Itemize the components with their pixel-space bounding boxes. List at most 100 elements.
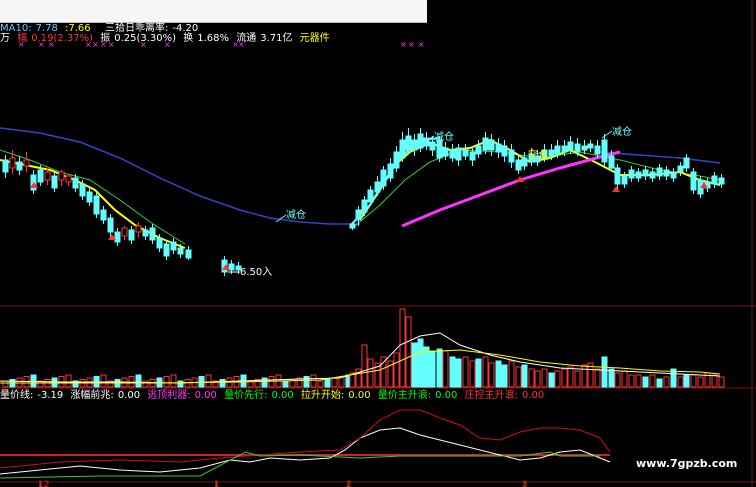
volume-bar [501,364,508,388]
volume-bar [541,368,548,388]
escape-value: 0.00 [194,390,217,401]
candle-body [417,133,424,149]
volume-bar [608,368,615,388]
volume-bar [649,374,656,388]
time-tick-2: 1 [214,480,220,487]
candle-body [9,157,16,169]
candle-body [449,149,456,159]
volume-bar [303,376,310,388]
candle-body [185,249,192,259]
candle-body [387,163,394,179]
volume-bar [482,356,489,388]
reduce-annotation-2: 减仓 [434,130,454,143]
candle-body [508,149,515,163]
pull-value: 0.00 [348,390,371,401]
volume-bar [219,379,226,388]
signal-legend-row: 量价线: -3.19 涨幅前兆: 0.00 逃顶利器: 0.00 量价先行: 0.00 … [0,390,548,402]
candle-body [135,225,142,233]
volume-bar [656,378,663,388]
volume-bar [436,348,443,388]
indicator-line-white [0,427,611,475]
volume-bar [581,364,588,388]
candle-body [177,247,184,255]
main-wave-value: 0.00 [435,390,458,401]
volume-bar [528,368,535,388]
volume-bar [475,358,482,388]
signal-marker: × [164,40,171,49]
kline-chart-area[interactable]: × × × × × × × × × × × × × × 减仓 减仓 减仓 空仓 6.50入 12 1 2 … [0,0,756,487]
candle-body [642,169,649,177]
volume-bar [100,374,107,388]
volume-bar [411,342,418,388]
candle-body [114,231,121,243]
candle-body [121,227,128,237]
candle-body [442,147,449,157]
volume-bar [574,370,581,388]
candle-body [455,147,462,161]
volume-bar [697,376,704,388]
candle-body [2,159,9,173]
candle-body [374,181,381,193]
time-tick-3: 2 [346,480,352,487]
candle-body [380,169,387,187]
candle-body [93,195,100,215]
vp-line-label: 量价线: [0,390,34,401]
candle-body [548,149,555,157]
candle-body [656,167,663,177]
volume-bars [2,308,725,388]
candle-body [635,171,642,179]
volume-bar [170,374,177,388]
candle-body [128,229,135,241]
candle-body [495,143,502,153]
signal-marker: × [38,40,45,49]
candle-body [107,217,114,233]
volume-bar [331,377,338,388]
candle-body [23,159,30,167]
volume-bar [310,374,317,388]
volume-bar [442,350,449,388]
candle-body [44,171,51,181]
rise-signal-value: 0.00 [117,390,141,401]
volume-bar [177,380,184,388]
volume-bar [367,358,374,388]
time-tick-4: 3 [522,480,528,487]
volume-bar [515,366,522,388]
signal-marker: × [400,40,407,49]
signal-marker: × [108,40,115,49]
volume-bar [462,356,469,388]
candle-body [567,141,574,151]
buy-price-annotation: 6.50入 [240,267,272,278]
candle-body [411,139,418,151]
volume-bar [534,370,541,388]
volume-bar [417,338,424,388]
candle-body [601,139,608,163]
candle-body [170,241,177,251]
candle-body [16,161,23,171]
volume-bar [361,344,368,388]
volume-bar [614,372,621,388]
volume-bar [677,376,684,388]
candle-body [621,175,628,185]
candle-body [228,263,235,271]
signal-marker: × [18,40,25,49]
candle-body [475,145,482,155]
candle-body [149,227,156,241]
signal-marker: × [92,40,99,49]
candle-body [649,171,656,179]
candle-body [37,169,44,183]
watermark: www.7gpzb.com [636,457,738,470]
vp-line-value: -3.19 [37,390,64,401]
candle-body [554,145,561,155]
rise-signal-label: 涨幅前兆: [70,390,114,401]
ma-cyan-line [349,137,441,227]
signal-marker: × [140,40,147,49]
lead-label: 量价先行: [224,390,268,401]
volume-bar [163,376,170,388]
candle-body [51,175,58,189]
candle-body [711,175,718,185]
candle-body [515,159,522,171]
signal-marker: × [48,40,55,49]
candle-body [469,151,476,161]
signal-marker: × [100,40,107,49]
candle-body [581,145,588,151]
